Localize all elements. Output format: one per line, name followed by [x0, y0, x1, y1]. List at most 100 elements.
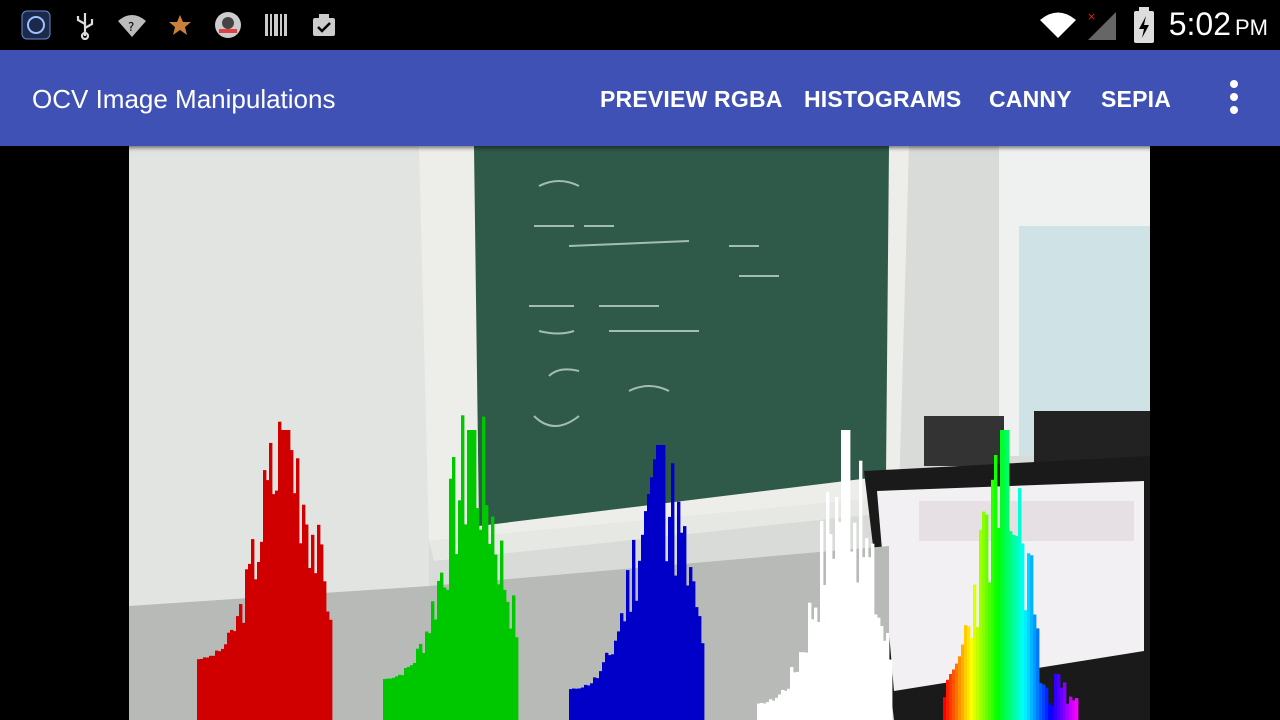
histogram-bar-blue: [590, 683, 594, 720]
histogram-bar-white: [889, 659, 893, 720]
canny-button[interactable]: CANNY: [989, 86, 1072, 113]
histogram-bar-red: [281, 430, 285, 720]
app-bar: OCV Image Manipulations PREVIEW RGBA HIS…: [0, 50, 1280, 146]
histogram-bar-white: [835, 496, 839, 720]
histogram-bar-green: [461, 415, 465, 720]
histogram-bar-hue: [1069, 696, 1073, 720]
histogram-bar-red: [212, 655, 216, 720]
histogram-bar-green: [488, 543, 492, 720]
histogram-bar-white: [886, 633, 890, 720]
histogram-bar-white: [856, 582, 860, 720]
histogram-bar-green: [506, 601, 510, 720]
histogram-bar-green: [443, 587, 447, 720]
histogram-bar-white: [841, 430, 845, 720]
histogram-bar-red: [245, 569, 249, 720]
histogram-bar-green: [401, 675, 405, 720]
histogram-bar-hue: [1015, 536, 1019, 720]
histogram-bar-white: [811, 619, 815, 720]
histogram-bar-hue: [1021, 543, 1025, 720]
histogram-bar-hue: [1003, 430, 1007, 720]
histogram-bar-hue: [1012, 534, 1016, 720]
histogram-bar-red: [290, 450, 294, 720]
histogram-bar-red: [308, 568, 312, 720]
histogram-bar-red: [269, 442, 273, 720]
histogram-bar-blue: [698, 616, 702, 720]
histogram-bar-blue: [668, 516, 672, 720]
histogram-bar-green: [428, 633, 432, 720]
histogram-bar-blue: [572, 688, 576, 720]
histogram-bar-blue: [659, 445, 663, 720]
histogram-bar-red: [284, 430, 288, 720]
histogram-bar-blue: [644, 511, 648, 720]
histogram-bar-green: [416, 648, 420, 720]
histogram-bar-green: [413, 663, 417, 720]
histogram-bar-red: [203, 657, 207, 720]
histogram-bar-red: [263, 470, 267, 720]
histogram-bar-green: [395, 676, 399, 720]
histogram-bar-blue: [569, 689, 573, 720]
clock-ampm: PM: [1235, 15, 1268, 40]
histogram-bar-hue: [997, 528, 1001, 720]
histogram-bar-blue: [578, 688, 582, 720]
histogram-bar-blue: [683, 526, 687, 720]
histogram-bar-green: [491, 516, 495, 720]
histogram-bar-white: [853, 522, 857, 720]
histogram-bar-blue: [614, 640, 618, 720]
histogram-bar-blue: [617, 631, 621, 720]
histogram-bar-white: [814, 607, 818, 720]
histogram-bar-blue: [641, 534, 645, 720]
histogram-bar-green: [500, 540, 504, 720]
histogram-bar-white: [772, 700, 776, 720]
histogram-bar-green: [404, 668, 408, 720]
clock-time: 5:02: [1168, 6, 1231, 42]
histogram-bar-red: [302, 504, 306, 720]
histogram-bar-green: [386, 678, 390, 720]
histogram-bar-blue: [695, 607, 699, 720]
histogram-bar-hue: [967, 626, 971, 720]
svg-text:?: ?: [128, 20, 134, 34]
histogram-bar-red: [236, 616, 240, 720]
histogram-bar-red: [320, 544, 324, 720]
histogram-bar-green: [431, 601, 435, 720]
histogram-bar-hue: [961, 644, 965, 720]
histogram-bar-hue: [994, 455, 998, 720]
histogram-bar-green: [449, 478, 453, 720]
histogram-bar-blue: [599, 671, 603, 720]
histogram-bar-red: [323, 581, 327, 720]
histogram-bar-white: [850, 551, 854, 720]
histogram-bar-blue: [665, 561, 669, 720]
histogram-bar-blue: [608, 655, 612, 720]
histogram-bar-hue: [1027, 553, 1031, 720]
histogram-bar-white: [844, 430, 848, 720]
histogram-bar-green: [452, 457, 456, 720]
histogram-bar-hue: [1033, 614, 1037, 720]
histogram-bar-green: [503, 589, 507, 720]
app-title: OCV Image Manipulations: [32, 84, 336, 114]
histogram-bar-hue: [943, 697, 947, 720]
histogram-bar-green: [494, 554, 498, 720]
histogram-bar-white: [781, 689, 785, 720]
histogram-bar-green: [425, 631, 429, 720]
histogram-bar-blue: [653, 459, 657, 720]
histogram-bar-white: [799, 652, 803, 720]
histogram-bar-hue: [988, 582, 992, 720]
histogram-bar-red: [317, 524, 321, 720]
histograms-button[interactable]: HISTOGRAMS: [804, 86, 961, 113]
histogram-bar-hue: [1009, 531, 1013, 720]
histogram-bar-white: [784, 690, 788, 720]
histogram-bar-white: [859, 460, 863, 720]
more-vert-icon[interactable]: [1224, 80, 1244, 116]
histogram-bar-blue: [587, 685, 591, 720]
histogram-bar-red: [287, 430, 291, 720]
sepia-button[interactable]: SEPIA: [1101, 86, 1171, 113]
histogram-bar-green: [434, 619, 438, 720]
histogram-bar-blue: [692, 581, 696, 720]
histogram-bar-white: [766, 702, 770, 720]
histogram-bar-blue: [635, 600, 639, 720]
histogram-bar-white: [826, 491, 830, 720]
histogram-bar-green: [479, 529, 483, 720]
preview-rgba-button[interactable]: PREVIEW RGBA: [600, 86, 783, 113]
histogram-bar-green: [467, 430, 471, 720]
histogram-bar-hue: [1018, 488, 1022, 720]
histogram-bar-white: [862, 557, 866, 720]
